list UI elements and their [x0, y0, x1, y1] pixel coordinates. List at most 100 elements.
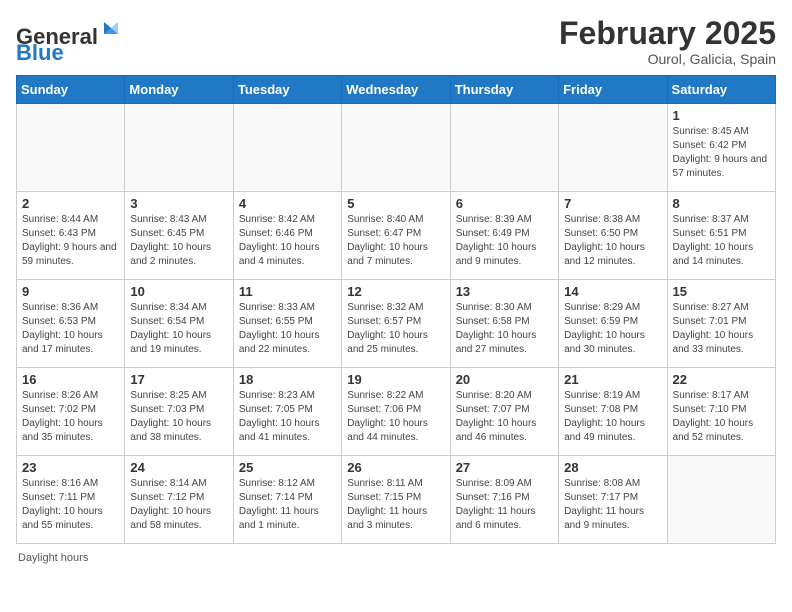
- calendar-cell: 20 Sunrise: 8:20 AM Sunset: 7:07 PM Dayli…: [450, 368, 558, 456]
- day-info: Sunrise: 8:39 AM Sunset: 6:49 PM Dayligh…: [456, 213, 553, 269]
- day-number: 24: [130, 460, 227, 475]
- calendar-cell: [17, 104, 125, 192]
- calendar-cell: 2 Sunrise: 8:44 AM Sunset: 6:43 PM Daylig…: [17, 192, 125, 280]
- day-info: Sunrise: 8:17 AM Sunset: 7:10 PM Dayligh…: [673, 389, 770, 445]
- day-number: 3: [130, 196, 227, 211]
- logo: General Blue: [16, 16, 126, 65]
- day-number: 26: [347, 460, 444, 475]
- calendar-cell: 26Sunrise: 8:11 AM Sunset: 7:15 PM Dayli…: [342, 456, 450, 544]
- week-row-2: 2 Sunrise: 8:44 AM Sunset: 6:43 PM Daylig…: [17, 192, 776, 280]
- day-info: Sunrise: 8:08 AM Sunset: 7:17 PM Dayligh…: [564, 477, 661, 533]
- week-row-3: 9 Sunrise: 8:36 AM Sunset: 6:53 PM Daylig…: [17, 280, 776, 368]
- calendar-cell: 27 Sunrise: 8:09 AM Sunset: 7:16 PM Dayli…: [450, 456, 558, 544]
- day-number: 7: [564, 196, 661, 211]
- column-header-saturday: Saturday: [667, 76, 775, 104]
- day-info: Sunrise: 8:19 AM Sunset: 7:08 PM Dayligh…: [564, 389, 661, 445]
- day-info: Sunrise: 8:14 AM Sunset: 7:12 PM Dayligh…: [130, 477, 227, 533]
- day-number: 1: [673, 108, 770, 123]
- daylight-label: Daylight hours: [18, 552, 88, 564]
- day-info: Sunrise: 8:42 AM Sunset: 6:46 PM Dayligh…: [239, 213, 336, 269]
- day-number: 10: [130, 284, 227, 299]
- day-info: Sunrise: 8:44 AM Sunset: 6:43 PM Dayligh…: [22, 213, 119, 269]
- calendar-title: February 2025: [559, 16, 776, 51]
- day-number: 11: [239, 284, 336, 299]
- day-number: 25: [239, 460, 336, 475]
- calendar-body: 1 Sunrise: 8:45 AM Sunset: 6:42 PM Daylig…: [17, 104, 776, 544]
- calendar-cell: 28Sunrise: 8:08 AM Sunset: 7:17 PM Dayli…: [559, 456, 667, 544]
- svg-text:Blue: Blue: [16, 40, 64, 60]
- column-header-sunday: Sunday: [17, 76, 125, 104]
- calendar-cell: 7 Sunrise: 8:38 AM Sunset: 6:50 PM Daylig…: [559, 192, 667, 280]
- day-info: Sunrise: 8:12 AM Sunset: 7:14 PM Dayligh…: [239, 477, 336, 533]
- calendar-cell: 16 Sunrise: 8:26 AM Sunset: 7:02 PM Dayli…: [17, 368, 125, 456]
- calendar-cell: 15Sunrise: 8:27 AM Sunset: 7:01 PM Dayli…: [667, 280, 775, 368]
- day-info: Sunrise: 8:23 AM Sunset: 7:05 PM Dayligh…: [239, 389, 336, 445]
- calendar-cell: 8Sunrise: 8:37 AM Sunset: 6:51 PM Daylig…: [667, 192, 775, 280]
- column-header-tuesday: Tuesday: [233, 76, 341, 104]
- day-number: 13: [456, 284, 553, 299]
- calendar-cell: [233, 104, 341, 192]
- calendar-cell: 21 Sunrise: 8:19 AM Sunset: 7:08 PM Dayli…: [559, 368, 667, 456]
- footer: Daylight hours: [16, 552, 776, 564]
- calendar-cell: 3 Sunrise: 8:43 AM Sunset: 6:45 PM Daylig…: [125, 192, 233, 280]
- day-info: Sunrise: 8:38 AM Sunset: 6:50 PM Dayligh…: [564, 213, 661, 269]
- day-number: 18: [239, 372, 336, 387]
- day-info: Sunrise: 8:36 AM Sunset: 6:53 PM Dayligh…: [22, 301, 119, 357]
- day-number: 5: [347, 196, 444, 211]
- day-info: Sunrise: 8:25 AM Sunset: 7:03 PM Dayligh…: [130, 389, 227, 445]
- day-number: 8: [673, 196, 770, 211]
- calendar-cell: 24 Sunrise: 8:14 AM Sunset: 7:12 PM Dayli…: [125, 456, 233, 544]
- day-number: 16: [22, 372, 119, 387]
- page: General Blue February 2025 Ourol, Galici…: [0, 0, 792, 612]
- day-info: Sunrise: 8:32 AM Sunset: 6:57 PM Dayligh…: [347, 301, 444, 357]
- day-number: 12: [347, 284, 444, 299]
- calendar-header: SundayMondayTuesdayWednesdayThursdayFrid…: [17, 76, 776, 104]
- header-row: SundayMondayTuesdayWednesdayThursdayFrid…: [17, 76, 776, 104]
- day-number: 20: [456, 372, 553, 387]
- column-header-friday: Friday: [559, 76, 667, 104]
- week-row-1: 1 Sunrise: 8:45 AM Sunset: 6:42 PM Daylig…: [17, 104, 776, 192]
- day-info: Sunrise: 8:29 AM Sunset: 6:59 PM Dayligh…: [564, 301, 661, 357]
- week-row-5: 23 Sunrise: 8:16 AM Sunset: 7:11 PM Dayli…: [17, 456, 776, 544]
- calendar-cell: [667, 456, 775, 544]
- column-header-wednesday: Wednesday: [342, 76, 450, 104]
- day-info: Sunrise: 8:16 AM Sunset: 7:11 PM Dayligh…: [22, 477, 119, 533]
- calendar-cell: [125, 104, 233, 192]
- day-number: 6: [456, 196, 553, 211]
- day-info: Sunrise: 8:33 AM Sunset: 6:55 PM Dayligh…: [239, 301, 336, 357]
- column-header-thursday: Thursday: [450, 76, 558, 104]
- day-number: 14: [564, 284, 661, 299]
- day-number: 27: [456, 460, 553, 475]
- calendar-cell: 5 Sunrise: 8:40 AM Sunset: 6:47 PM Daylig…: [342, 192, 450, 280]
- calendar-cell: 14 Sunrise: 8:29 AM Sunset: 6:59 PM Dayli…: [559, 280, 667, 368]
- day-number: 19: [347, 372, 444, 387]
- calendar-cell: [450, 104, 558, 192]
- day-info: Sunrise: 8:26 AM Sunset: 7:02 PM Dayligh…: [22, 389, 119, 445]
- day-number: 2: [22, 196, 119, 211]
- calendar-table: SundayMondayTuesdayWednesdayThursdayFrid…: [16, 75, 776, 544]
- day-info: Sunrise: 8:22 AM Sunset: 7:06 PM Dayligh…: [347, 389, 444, 445]
- day-info: Sunrise: 8:27 AM Sunset: 7:01 PM Dayligh…: [673, 301, 770, 357]
- day-number: 9: [22, 284, 119, 299]
- day-number: 21: [564, 372, 661, 387]
- calendar-cell: [342, 104, 450, 192]
- logo-svg: General Blue: [16, 16, 126, 60]
- day-info: Sunrise: 8:30 AM Sunset: 6:58 PM Dayligh…: [456, 301, 553, 357]
- week-row-4: 16 Sunrise: 8:26 AM Sunset: 7:02 PM Dayli…: [17, 368, 776, 456]
- column-header-monday: Monday: [125, 76, 233, 104]
- calendar-cell: 10 Sunrise: 8:34 AM Sunset: 6:54 PM Dayli…: [125, 280, 233, 368]
- calendar-subtitle: Ourol, Galicia, Spain: [559, 51, 776, 67]
- calendar-cell: 22 Sunrise: 8:17 AM Sunset: 7:10 PM Dayli…: [667, 368, 775, 456]
- day-number: 23: [22, 460, 119, 475]
- calendar-cell: 4Sunrise: 8:42 AM Sunset: 6:46 PM Daylig…: [233, 192, 341, 280]
- day-number: 22: [673, 372, 770, 387]
- logo-text: General Blue: [16, 16, 126, 65]
- day-info: Sunrise: 8:34 AM Sunset: 6:54 PM Dayligh…: [130, 301, 227, 357]
- day-info: Sunrise: 8:43 AM Sunset: 6:45 PM Dayligh…: [130, 213, 227, 269]
- calendar-cell: 12 Sunrise: 8:32 AM Sunset: 6:57 PM Dayli…: [342, 280, 450, 368]
- calendar-cell: 1 Sunrise: 8:45 AM Sunset: 6:42 PM Daylig…: [667, 104, 775, 192]
- day-info: Sunrise: 8:20 AM Sunset: 7:07 PM Dayligh…: [456, 389, 553, 445]
- day-info: Sunrise: 8:45 AM Sunset: 6:42 PM Dayligh…: [673, 125, 770, 181]
- day-info: Sunrise: 8:09 AM Sunset: 7:16 PM Dayligh…: [456, 477, 553, 533]
- day-info: Sunrise: 8:40 AM Sunset: 6:47 PM Dayligh…: [347, 213, 444, 269]
